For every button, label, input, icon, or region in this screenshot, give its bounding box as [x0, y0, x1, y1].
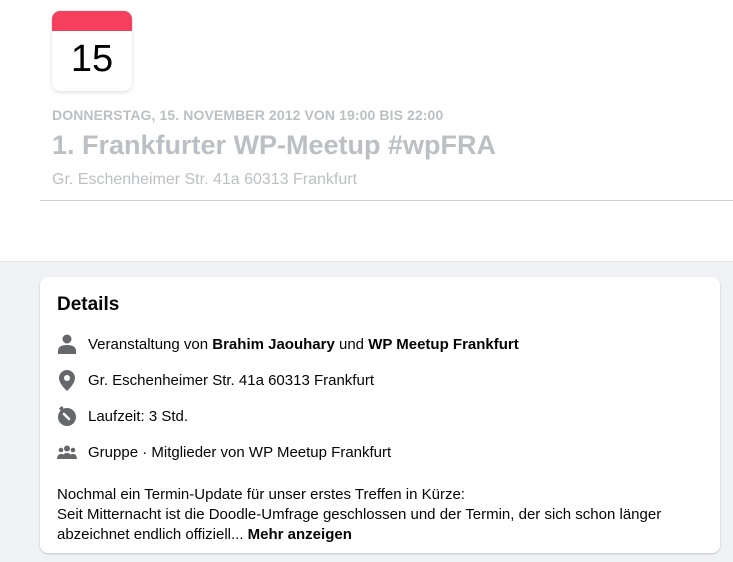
audience-text: Gruppe · Mitglieder von WP Meetup Frankf… — [88, 443, 392, 461]
duration-row: Laufzeit: 3 Std. — [57, 406, 188, 426]
location-text[interactable]: Gr. Eschenheimer Str. 41a 60313 Frankfur… — [88, 372, 374, 389]
duration-text: Laufzeit: 3 Std. — [88, 407, 189, 425]
calendar-badge: 15 — [52, 11, 132, 91]
event-header: 15 DONNERSTAG, 15. NOVEMBER 2012 VON 19:… — [0, 0, 733, 262]
person-icon — [57, 334, 77, 354]
event-description: Nochmal ein Termin-Update für unser erst… — [57, 485, 707, 545]
divider — [40, 200, 733, 201]
group-icon — [57, 442, 77, 462]
host-link-1[interactable]: Brahim Jaouhary — [212, 336, 335, 353]
calendar-badge-top — [52, 11, 132, 31]
event-title: 1. Frankfurter WP-Meetup #wpFRA — [52, 130, 497, 160]
show-more-link[interactable]: Mehr anzeigen — [248, 526, 352, 543]
location-row: Gr. Eschenheimer Str. 41a 60313 Frankfur… — [57, 369, 374, 391]
audience-row: Gruppe · Mitglieder von WP Meetup Frankf… — [57, 442, 391, 462]
location-pin-icon — [57, 369, 77, 391]
host-prefix: Veranstaltung von — [88, 335, 213, 353]
stopwatch-icon — [57, 406, 77, 426]
event-date: DONNERSTAG, 15. NOVEMBER 2012 VON 19:00 … — [52, 107, 444, 123]
description-line-2: Seit Mitternacht ist die Doodle-Umfrage … — [57, 506, 662, 543]
host-link-2[interactable]: WP Meetup Frankfurt — [368, 336, 519, 353]
host-row: Veranstaltung von Brahim Jaouhary und WP… — [57, 334, 519, 354]
event-address[interactable]: Gr. Eschenheimer Str. 41a 60313 Frankfur… — [52, 171, 357, 189]
host-and: und — [334, 335, 369, 353]
description-line-1: Nochmal ein Termin-Update für unser erst… — [57, 486, 465, 503]
details-card: Details Veranstaltung von Brahim Jaouhar… — [40, 277, 720, 553]
calendar-day: 15 — [70, 38, 114, 80]
details-heading: Details — [57, 294, 120, 315]
